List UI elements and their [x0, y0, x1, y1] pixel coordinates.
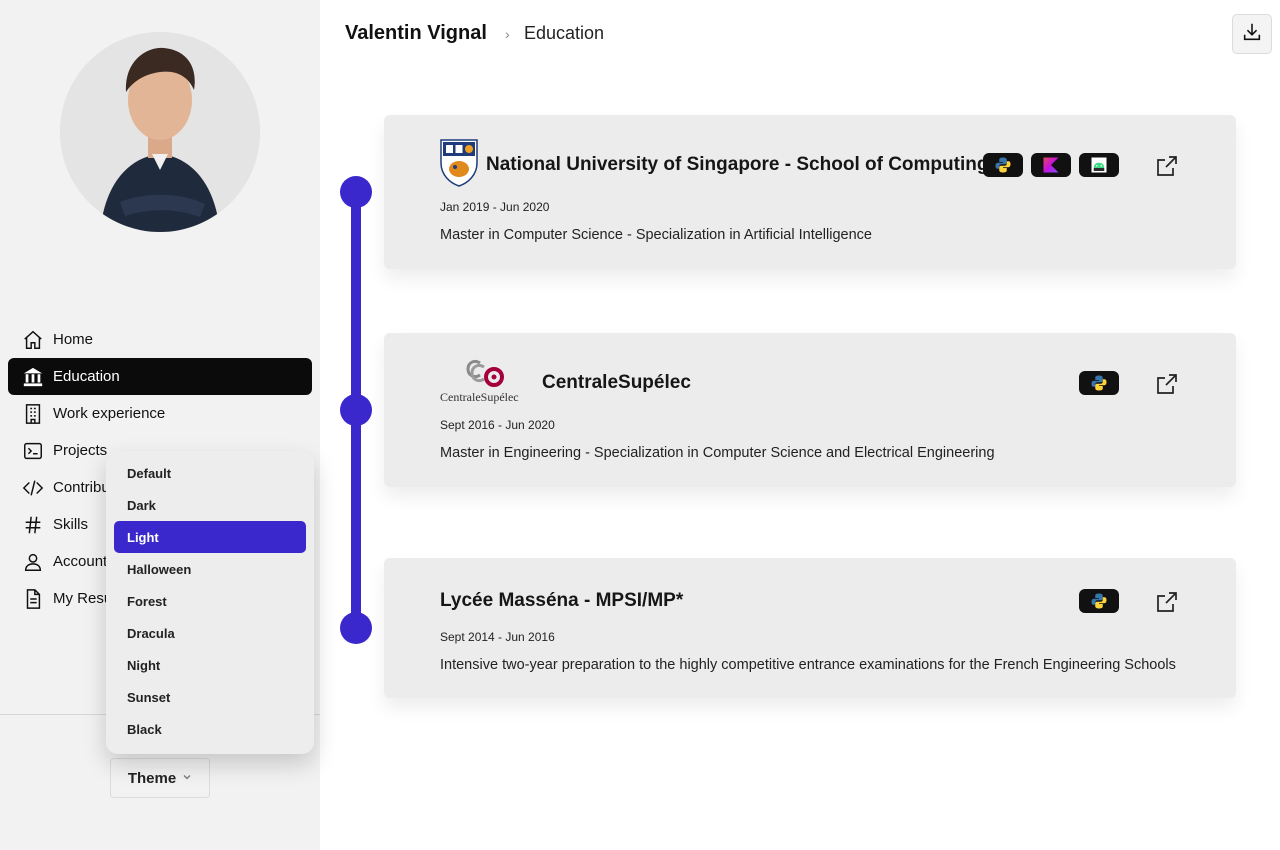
- python-icon: [1079, 589, 1119, 613]
- theme-button-label: Theme: [127, 769, 177, 787]
- nav-item-education[interactable]: Education: [8, 358, 312, 395]
- external-link-icon[interactable]: [1155, 372, 1179, 396]
- nav-label: Education: [53, 368, 120, 385]
- nav-item-work-experience[interactable]: Work experience: [8, 395, 312, 432]
- centralesupelec-logo: CentraleSupélec: [440, 355, 536, 405]
- education-card: Lycée Masséna - MPSI/MP* Sept 2014 - Jun…: [384, 558, 1236, 698]
- theme-option-night[interactable]: Night: [114, 649, 306, 681]
- nav-label: Contribu: [53, 479, 110, 496]
- android-icon: [1079, 153, 1119, 177]
- terminal-icon: [22, 440, 44, 462]
- code-icon: [22, 477, 44, 499]
- chevron-down-icon: [182, 772, 192, 785]
- theme-option-halloween[interactable]: Halloween: [114, 553, 306, 585]
- building-icon: [22, 403, 44, 425]
- bank-icon: [22, 366, 44, 388]
- logo-text: CentraleSupélec: [440, 390, 519, 404]
- date-range: Jan 2019 - Jun 2020: [440, 200, 550, 214]
- external-link-icon[interactable]: [1155, 154, 1179, 178]
- theme-menu: Default Dark Light Halloween Forest Drac…: [106, 451, 314, 754]
- hash-icon: [22, 514, 44, 536]
- kotlin-icon: [1031, 153, 1071, 177]
- institution-name: Lycée Masséna - MPSI/MP*: [440, 590, 684, 611]
- user-icon: [22, 551, 44, 573]
- timeline-dot: [340, 394, 372, 426]
- avatar: [60, 32, 260, 232]
- theme-option-light[interactable]: Light: [114, 521, 306, 553]
- date-range: Sept 2014 - Jun 2016: [440, 630, 555, 644]
- profile-photo: [60, 32, 260, 232]
- nav-label: Skills: [53, 516, 89, 533]
- document-icon: [22, 588, 44, 610]
- python-icon: [983, 153, 1023, 177]
- nav-label: Home: [53, 331, 94, 348]
- nav-label: Work experience: [53, 405, 166, 422]
- nav-label: Projects: [53, 442, 108, 459]
- degree-description: Master in Computer Science - Specializat…: [440, 227, 872, 243]
- theme-option-sunset[interactable]: Sunset: [114, 681, 306, 713]
- theme-dropdown-button[interactable]: Theme: [110, 758, 210, 798]
- home-icon: [22, 329, 44, 351]
- nav-label: Account: [53, 553, 108, 570]
- timeline-dot: [340, 612, 372, 644]
- nav-item-home[interactable]: Home: [8, 321, 312, 358]
- breadcrumb-home[interactable]: Valentin Vignal: [345, 22, 487, 45]
- page-title: Education: [524, 23, 605, 43]
- theme-option-dracula[interactable]: Dracula: [114, 617, 306, 649]
- education-card: National University of Singapore - Schoo…: [384, 115, 1236, 269]
- theme-option-dark[interactable]: Dark: [114, 489, 306, 521]
- date-range: Sept 2016 - Jun 2020: [440, 418, 555, 432]
- download-button[interactable]: [1232, 14, 1272, 54]
- degree-description: Master in Engineering - Specialization i…: [440, 445, 995, 461]
- external-link-icon[interactable]: [1155, 590, 1179, 614]
- timeline-dot: [340, 176, 372, 208]
- nav-label: My Resu: [53, 590, 113, 607]
- theme-option-black[interactable]: Black: [114, 713, 306, 745]
- nus-crest-logo: [440, 139, 478, 192]
- download-icon: [1241, 21, 1263, 48]
- education-card: CentraleSupélec CentraleSupélec Sept 201…: [384, 333, 1236, 487]
- theme-option-forest[interactable]: Forest: [114, 585, 306, 617]
- degree-description: Intensive two-year preparation to the hi…: [440, 657, 1176, 673]
- breadcrumb-separator: ›: [505, 26, 510, 42]
- theme-option-default[interactable]: Default: [114, 457, 306, 489]
- institution-name: National University of Singapore - Schoo…: [486, 154, 989, 175]
- institution-name: CentraleSupélec: [542, 372, 691, 393]
- python-icon: [1079, 371, 1119, 395]
